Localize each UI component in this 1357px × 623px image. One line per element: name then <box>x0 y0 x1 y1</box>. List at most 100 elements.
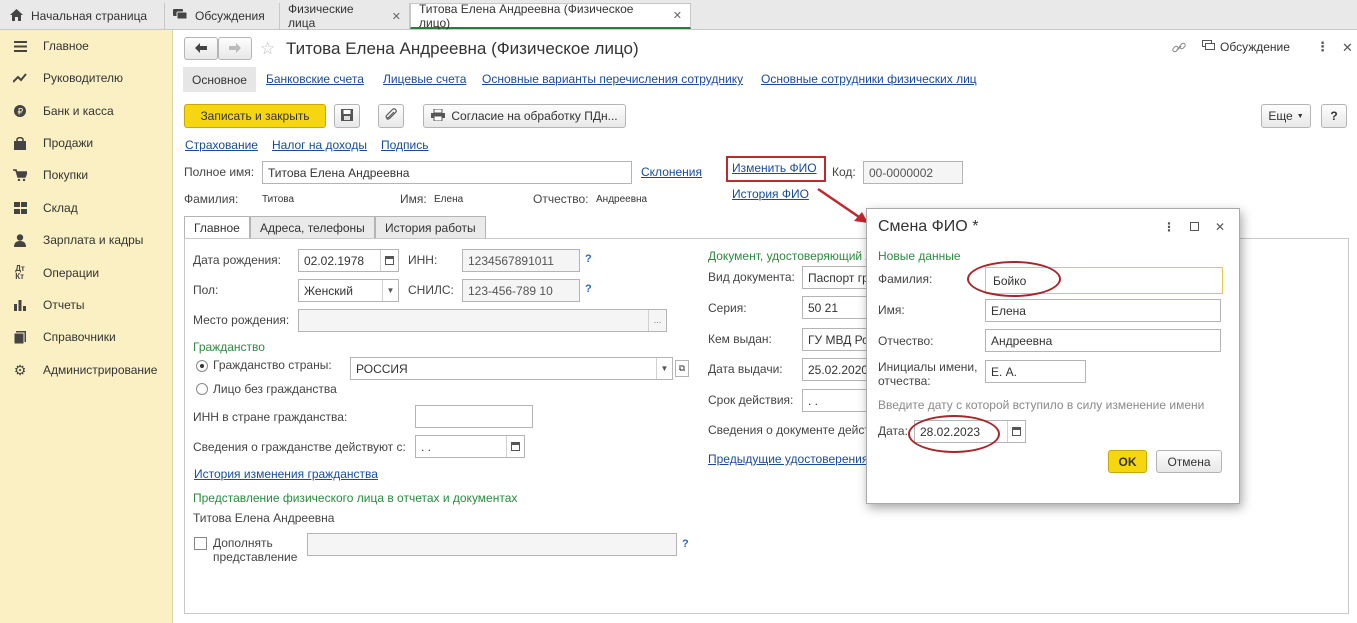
chevron-down-icon[interactable]: ▼ <box>382 280 398 301</box>
maximize-icon[interactable] <box>1190 222 1199 231</box>
close-icon[interactable]: ✕ <box>1215 220 1225 234</box>
bar-chart-icon <box>13 298 27 312</box>
help-icon[interactable]: ? <box>585 253 592 265</box>
cancel-button[interactable]: Отмена <box>1156 450 1222 473</box>
surname-value: Титова <box>262 194 295 205</box>
close-icon[interactable]: ✕ <box>673 9 682 22</box>
snils-field[interactable]: 123-456-789 10 <box>462 279 580 302</box>
dialog-patronymic-field[interactable]: Андреевна <box>985 329 1221 352</box>
save-close-button[interactable]: Записать и закрыть <box>184 104 326 128</box>
birth-date-field[interactable]: 02.02.1978 <box>298 249 399 272</box>
nav-link-main[interactable]: Основное <box>183 67 256 92</box>
consent-label: Согласие на обработку ПДн... <box>451 109 618 123</box>
back-button[interactable] <box>184 37 218 60</box>
sidebar-item-catalogs[interactable]: Справочники <box>0 324 172 350</box>
form-tab-main[interactable]: Главное <box>184 216 250 239</box>
issued-by-field[interactable]: ГУ МВД Ро <box>802 328 872 351</box>
chevron-down-icon[interactable]: ▼ <box>656 358 672 379</box>
arrow-icon <box>817 187 868 223</box>
supplement-field[interactable] <box>307 533 677 556</box>
dialog-name-field[interactable]: Елена <box>985 299 1221 322</box>
sidebar-item-purchases[interactable]: Покупки <box>0 162 172 188</box>
open-icon[interactable]: ⧉ <box>675 360 689 377</box>
link-icon[interactable] <box>1172 41 1186 58</box>
nav-link-personal-accounts[interactable]: Лицевые счета <box>383 72 466 86</box>
save-button[interactable] <box>334 104 360 128</box>
more-menu-icon[interactable]: ⋮ <box>1316 39 1329 55</box>
close-icon[interactable]: ✕ <box>392 10 401 23</box>
inn-field[interactable]: 1234567891011 <box>462 249 580 272</box>
sidebar-item-salary[interactable]: Зарплата и кадры <box>0 227 172 253</box>
full-name-field[interactable]: Титова Елена Андреевна <box>262 161 632 184</box>
discussion-button[interactable]: Обсуждение <box>1202 40 1290 54</box>
citizen-country-label: Гражданство страны: <box>213 358 332 372</box>
sidebar-item-admin[interactable]: ⚙ Администрирование <box>0 357 172 383</box>
help-button[interactable]: ? <box>1321 104 1347 128</box>
tab-discussions[interactable]: Обсуждения <box>165 3 280 29</box>
declensions-link[interactable]: Склонения <box>641 165 702 179</box>
tab-home[interactable]: Начальная страница <box>0 3 165 29</box>
document-type-value: Паспорт гр <box>808 270 869 285</box>
code-field[interactable]: 00-0000002 <box>863 161 963 184</box>
more-menu-icon[interactable]: ⋮ <box>1163 220 1175 234</box>
discussion-label: Обсуждение <box>1220 40 1290 54</box>
forward-button[interactable] <box>218 37 252 60</box>
previous-documents-link[interactable]: Предыдущие удостоверения <box>708 452 868 466</box>
inn-foreign-label: ИНН в стране гражданства: <box>193 410 348 424</box>
tab-person[interactable]: Титова Елена Андреевна (Физическое лицо)… <box>410 2 691 30</box>
issue-date-field[interactable]: 25.02.2020 <box>802 358 872 381</box>
sidebar-item-director[interactable]: Руководителю <box>0 65 172 91</box>
attach-button[interactable] <box>378 104 404 128</box>
help-icon[interactable]: ? <box>682 538 689 550</box>
sidebar-item-warehouse[interactable]: Склад <box>0 195 172 221</box>
country-value: РОССИЯ <box>356 361 408 376</box>
citizen-country-radio[interactable] <box>196 360 208 372</box>
dialog-initials-field[interactable]: Е. А. <box>985 360 1086 383</box>
highlight-oval <box>908 415 1000 453</box>
sidebar-item-main[interactable]: Главное <box>0 33 172 59</box>
validity-field[interactable]: . . <box>802 389 872 412</box>
close-icon[interactable]: ✕ <box>1342 40 1353 56</box>
stateless-radio[interactable] <box>196 383 208 395</box>
discussion-icon <box>173 8 188 24</box>
citizenship-from-field[interactable]: . . <box>415 435 525 458</box>
ellipsis-icon[interactable]: … <box>648 310 666 331</box>
nav-link-bank-accounts[interactable]: Банковские счета <box>266 72 364 86</box>
books-icon <box>13 330 27 344</box>
calendar-icon[interactable] <box>380 250 398 271</box>
sidebar-item-operations[interactable]: Дт Кт Операции <box>0 260 172 286</box>
sidebar-item-sales[interactable]: Продажи <box>0 130 172 156</box>
income-tax-link[interactable]: Налог на доходы <box>272 138 367 152</box>
citizenship-history-link[interactable]: История изменения гражданства <box>194 467 378 481</box>
patronymic-label: Отчество: <box>533 192 589 206</box>
gender-select[interactable]: Женский ▼ <box>298 279 399 302</box>
country-select[interactable]: РОССИЯ ▼ <box>350 357 673 380</box>
series-field[interactable]: 50 21 <box>802 296 872 319</box>
star-icon[interactable]: ☆ <box>260 39 275 59</box>
form-tab-work-history[interactable]: История работы <box>375 216 486 239</box>
sidebar-item-label: Склад <box>43 201 78 215</box>
representation-header: Представление физического лица в отчетах… <box>193 491 518 505</box>
fio-history-link[interactable]: История ФИО <box>732 187 809 201</box>
birthplace-field[interactable]: … <box>298 309 667 332</box>
help-icon[interactable]: ? <box>585 283 592 295</box>
tab-individuals[interactable]: Физические лица ✕ <box>280 2 410 30</box>
sidebar-item-bank[interactable]: ₽ Банк и касса <box>0 98 172 124</box>
sidebar-item-reports[interactable]: Отчеты <box>0 292 172 318</box>
highlight-oval <box>967 261 1061 297</box>
dialog-name-value: Елена <box>991 303 1026 318</box>
calendar-icon[interactable] <box>1007 421 1025 442</box>
inn-foreign-field[interactable] <box>415 405 533 428</box>
ok-button[interactable]: OK <box>1108 450 1147 473</box>
supplement-checkbox[interactable] <box>194 537 207 550</box>
document-type-select[interactable]: Паспорт гр <box>802 266 872 289</box>
calendar-icon[interactable] <box>506 436 524 457</box>
insurance-link[interactable]: Страхование <box>185 138 258 152</box>
nav-link-main-employees[interactable]: Основные сотрудники физических лиц <box>761 72 977 86</box>
signature-link[interactable]: Подпись <box>381 138 429 152</box>
more-button[interactable]: Еще ▼ <box>1261 104 1311 128</box>
issued-by-value: ГУ МВД Ро <box>808 332 869 347</box>
form-tab-addresses[interactable]: Адреса, телефоны <box>250 216 375 239</box>
nav-link-payment-options[interactable]: Основные варианты перечисления сотрудник… <box>482 72 743 86</box>
consent-button[interactable]: Согласие на обработку ПДн... <box>423 104 626 128</box>
